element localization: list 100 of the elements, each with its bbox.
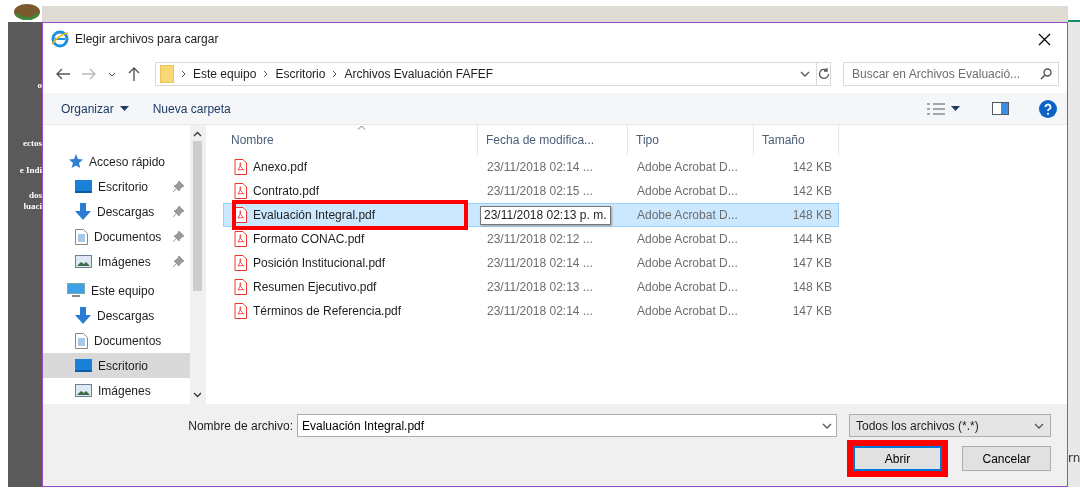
nav-item[interactable]: Documentos: [43, 328, 190, 353]
size-cell-text: 147 KB: [791, 303, 833, 320]
file-name: Resumen Ejecutivo.pdf: [253, 280, 377, 294]
size-cell-text: 148 KB: [791, 279, 833, 296]
desktop-icon: [75, 180, 92, 193]
file-row[interactable]: Resumen Ejecutivo.pdf 23/11/2018 02:13 ... Adobe Acrobat D... 148 KB: [223, 275, 839, 299]
file-name: Anexo.pdf: [253, 160, 308, 174]
column-header[interactable]: Fecha de modifica...: [478, 125, 628, 155]
size-cell-text: 148 KB: [791, 207, 833, 224]
scroll-down-icon[interactable]: [193, 392, 202, 398]
file-row[interactable]: Formato CONAC.pdf 23/11/2018 02:12 ... Adobe Acrobat D... 144 KB: [223, 227, 839, 251]
emblem-icon: [12, 4, 42, 20]
document-icon: [75, 332, 88, 349]
chevron-right-icon: [181, 70, 186, 78]
details-view-icon: [927, 102, 945, 115]
file-row[interactable]: Términos de Referencia.pdf 23/11/2018 02:14 ... Adobe Acrobat D... 147 KB: [223, 299, 839, 323]
header-strip: [1068, 20, 1080, 22]
file-row[interactable]: Contrato.pdf 23/11/2018 02:15 ... Adobe Acrobat D... 142 KB: [223, 179, 839, 203]
nav-item[interactable]: Escritorio: [43, 353, 190, 378]
pin-icon: [173, 256, 184, 267]
date-cell-text: 23/11/2018 02:14 ...: [486, 159, 594, 176]
chevron-icon: [822, 422, 832, 429]
dialog-button[interactable]: Abrir: [853, 446, 942, 471]
star-icon: [67, 154, 83, 169]
nav-item[interactable]: Descargas: [43, 303, 190, 328]
pin-icon: [173, 206, 184, 217]
arrow-right-icon: [82, 68, 96, 80]
pdf-file-icon: [234, 207, 247, 223]
folder-icon: [160, 65, 174, 83]
column-header[interactable]: Tipo: [628, 125, 754, 155]
tooltip: 23/11/2018 02:13 p. m.: [480, 205, 611, 225]
arrow-up-icon: [128, 67, 140, 81]
type-cell-text: Adobe Acrobat D...: [636, 159, 739, 176]
chevron-right-icon: [332, 70, 338, 78]
file-name-combobox[interactable]: Evaluación Integral.pdf: [297, 414, 837, 437]
file-name-label: Nombre de archivo:: [188, 418, 293, 433]
close-icon: [1037, 32, 1051, 46]
nav-item[interactable]: Acceso rápido: [43, 149, 190, 174]
pdf-file-icon: [234, 255, 247, 271]
menu-text: ectos: [23, 138, 42, 148]
image-icon: [75, 384, 92, 397]
column-header[interactable]: Nombre: [223, 125, 478, 155]
breadcrumb-item[interactable]: Archivos Evaluación FAFEF: [344, 67, 494, 81]
chevron-down-icon: [108, 71, 116, 77]
help-button[interactable]: [1037, 97, 1059, 120]
nav-item[interactable]: Imágenes: [43, 378, 190, 403]
nav-item[interactable]: Documentos: [43, 224, 190, 249]
pdf-file-icon: [234, 183, 247, 199]
menu-text: e Indi: [19, 165, 42, 175]
date-cell-text: 23/11/2018 02:14 ...: [486, 255, 594, 272]
nav-item[interactable]: Descargas: [43, 199, 190, 224]
file-row[interactable]: Posición Institucional.pdf 23/11/2018 02:14 ... Adobe Acrobat D... 147 KB: [223, 251, 839, 275]
date-cell-text: 23/11/2018 02:15 ...: [486, 183, 594, 200]
breadcrumb-item[interactable]: Escritorio: [275, 67, 326, 81]
nav-item[interactable]: Imágenes: [43, 249, 190, 274]
page-text: rn: [1068, 451, 1080, 465]
chevron-right-icon: [263, 70, 269, 78]
file-name: Posición Institucional.pdf: [253, 256, 386, 270]
file-row[interactable]: Anexo.pdf 23/11/2018 02:14 ... Adobe Acrobat D... 142 KB: [223, 155, 839, 179]
caret-icon: [951, 105, 960, 112]
download-arrow-icon: [75, 307, 91, 324]
window-title: Elegir archivos para cargar: [75, 32, 220, 46]
date-cell-text: 23/11/2018 02:12 ...: [486, 231, 594, 248]
search-icon: [1040, 68, 1052, 80]
pdf-file-icon: [234, 303, 247, 319]
new-folder-button[interactable]: Nueva carpeta: [150, 98, 233, 119]
nav-item[interactable]: Este equipo: [43, 278, 190, 303]
document-icon: [75, 228, 88, 245]
file-type-dropdown[interactable]: Todos los archivos (*.*): [849, 414, 1051, 437]
pdf-file-icon: [234, 231, 247, 247]
caret-icon: [119, 105, 129, 112]
arrow-left-icon: [56, 68, 70, 80]
breadcrumb-item[interactable]: Este equipo: [193, 67, 257, 81]
desktop-icon: [75, 359, 92, 372]
pdf-file-icon: [234, 279, 247, 295]
view-options-button[interactable]: [925, 100, 962, 117]
address-bar[interactable]: Este equipo Escritorio Archivos Evaluación FAFEF: [155, 62, 831, 86]
chevron-icon: [1034, 422, 1044, 429]
type-cell-text: Adobe Acrobat D...: [636, 207, 739, 224]
refresh-icon: [817, 68, 830, 80]
organize-menu-button[interactable]: Organizar: [59, 98, 131, 119]
column-header[interactable]: Tamaño: [754, 125, 839, 155]
file-row[interactable]: Evaluación Integral.pdf 23/11/2018 02:13 p. m. Adobe Acrobat D... 148 KB: [223, 203, 839, 227]
pin-icon: [173, 231, 184, 242]
scroll-up-icon[interactable]: [193, 131, 202, 137]
help-icon: [1039, 99, 1057, 118]
chevron-icon: [800, 71, 810, 77]
scrollbar[interactable]: [190, 125, 205, 404]
file-name: Formato CONAC.pdf: [253, 232, 365, 246]
dialog-button[interactable]: Cancelar: [962, 446, 1051, 471]
preview-pane-button[interactable]: [990, 100, 1011, 117]
browser-icon: [51, 30, 69, 48]
image-icon: [75, 255, 92, 268]
type-cell-text: Adobe Acrobat D...: [636, 231, 739, 248]
search-box[interactable]: Buscar en Archivos Evaluació...: [843, 62, 1059, 86]
date-cell-text: 23/11/2018 02:14 ...: [486, 303, 594, 320]
size-cell-text: 142 KB: [791, 159, 833, 176]
type-cell-text: Adobe Acrobat D...: [636, 255, 739, 272]
download-arrow-icon: [75, 203, 91, 220]
nav-item[interactable]: Escritorio: [43, 174, 190, 199]
